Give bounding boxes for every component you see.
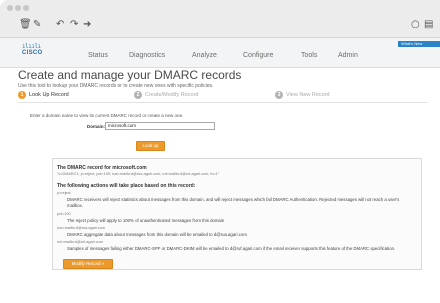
page-title: Create and manage your DMARC records <box>18 68 242 82</box>
lock-icon[interactable]: ○ <box>411 19 420 31</box>
chevron-right-icon: » <box>101 261 105 266</box>
minimize-window-button[interactable] <box>15 5 21 11</box>
ruf-description: Samples of messages failing either DMARC… <box>67 246 396 251</box>
undo-icon[interactable]: ↶ <box>56 19 64 31</box>
divider <box>18 102 428 103</box>
redo-icon[interactable]: ↷ <box>70 19 78 31</box>
trash-icon[interactable]: 🗑 <box>19 19 32 31</box>
nav-tools[interactable]: Tools <box>301 52 317 59</box>
compose-icon[interactable]: ✎ <box>33 19 41 31</box>
app-header: ılıılı CISCO Status Diagnostics Analyze … <box>0 38 440 68</box>
nav-status[interactable]: Status <box>88 52 108 59</box>
sidebar-icon[interactable]: ▤ <box>424 19 433 31</box>
policy-description: DMARC receivers will reject statistics a… <box>67 197 400 208</box>
rua-description: DMARC aggregate data about messages from… <box>67 232 247 237</box>
domain-input[interactable]: microsoft.com <box>105 122 215 130</box>
step-number: 1 <box>18 91 26 99</box>
nav-diagnostics[interactable]: Diagnostics <box>129 52 165 59</box>
page-subtitle: Use this tool to lookup your DMARC recor… <box>18 83 214 89</box>
zoom-window-button[interactable] <box>23 5 29 11</box>
pct-tag: pct=100 <box>57 212 71 216</box>
dmarc-record-text: "v=DMARC1; p=reject; pct=100; rua=mailto… <box>57 172 220 176</box>
rua-tag: rua=mailto:d@rua.agari.com <box>57 226 106 230</box>
step-label: View New Record <box>286 92 330 98</box>
policy-tag: p=reject <box>57 191 71 195</box>
step-number: 3 <box>275 91 283 99</box>
cisco-logo: ılıılı CISCO <box>22 43 43 56</box>
step-number: 2 <box>134 91 142 99</box>
whats-new-link[interactable]: What's New <box>398 41 440 47</box>
lookup-instruction: Enter a domain name to view its current … <box>30 113 184 118</box>
pct-description: The reject policy will apply to 100% of … <box>67 218 225 223</box>
modify-record-button[interactable]: Modify Record » <box>63 259 113 269</box>
lookup-button[interactable]: Look up <box>136 141 165 151</box>
result-heading: The DMARC record for microsoft.com <box>57 165 147 171</box>
ruf-tag: ruf=mailto:d@ruf.agari.com <box>57 240 103 244</box>
nav-configure[interactable]: Configure <box>243 52 273 59</box>
nav-analyze[interactable]: Analyze <box>192 52 217 59</box>
actions-heading: The following actions will take place ba… <box>57 183 196 189</box>
step-label: Look Up Record <box>29 92 69 98</box>
cisco-logo-bars-icon: ılıılı <box>22 43 41 50</box>
nav-admin[interactable]: Admin <box>338 52 358 59</box>
window-chrome: 🗑 ✎ ↶ ↷ ➜ ○ ▤ <box>0 0 440 38</box>
domain-label: Domain: <box>87 124 105 129</box>
step-label: Create/Modify Record <box>145 92 199 98</box>
dmarc-result-panel: The DMARC record for microsoft.com "v=DM… <box>52 158 422 270</box>
browser-window: 🗑 ✎ ↶ ↷ ➜ ○ ▤ ılıılı CISCO Status Diagno… <box>0 0 440 303</box>
close-window-button[interactable] <box>7 5 13 11</box>
forward-icon[interactable]: ➜ <box>83 19 91 31</box>
